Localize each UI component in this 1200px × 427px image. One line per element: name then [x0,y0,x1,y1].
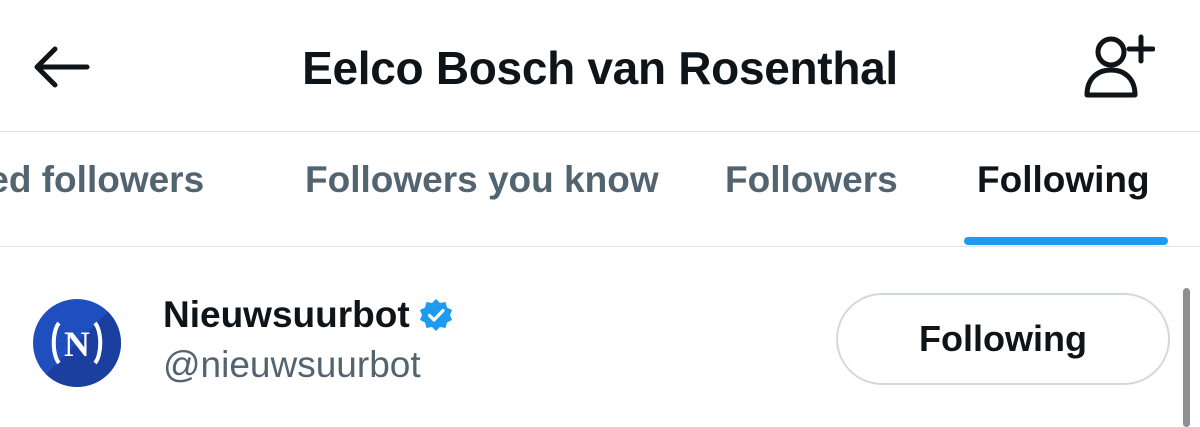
nieuwsuur-logo-icon: N [33,299,121,387]
scrollbar[interactable] [1183,288,1190,427]
tab-bar: ied followers Followers you know Followe… [0,132,1200,246]
avatar-letter: N [64,324,90,364]
user-handle[interactable]: @nieuwsuurbot [163,343,421,387]
list-item[interactable]: N Nieuwsuurbot @nieuwsuurbot Following [0,247,1200,427]
verified-badge-icon [419,299,452,331]
tab-followers[interactable]: Followers [725,158,898,202]
person-plus-icon [1084,34,1155,98]
top-bar: Eelco Bosch van Rosenthal [0,0,1200,132]
app-window: Eelco Bosch van Rosenthal ied followers … [0,0,1200,427]
active-tab-indicator [964,237,1168,245]
tab-following[interactable]: Following [977,158,1150,202]
add-user-button[interactable] [1076,30,1162,102]
avatar[interactable]: N [33,299,121,387]
tab-followers-you-know[interactable]: Followers you know [305,158,659,202]
user-name-line: Nieuwsuurbot [163,293,454,337]
tab-verified-followers[interactable]: ied followers [0,158,204,202]
page-title: Eelco Bosch van Rosenthal [302,42,898,94]
following-button[interactable]: Following [836,293,1170,385]
display-name[interactable]: Nieuwsuurbot [163,293,410,337]
